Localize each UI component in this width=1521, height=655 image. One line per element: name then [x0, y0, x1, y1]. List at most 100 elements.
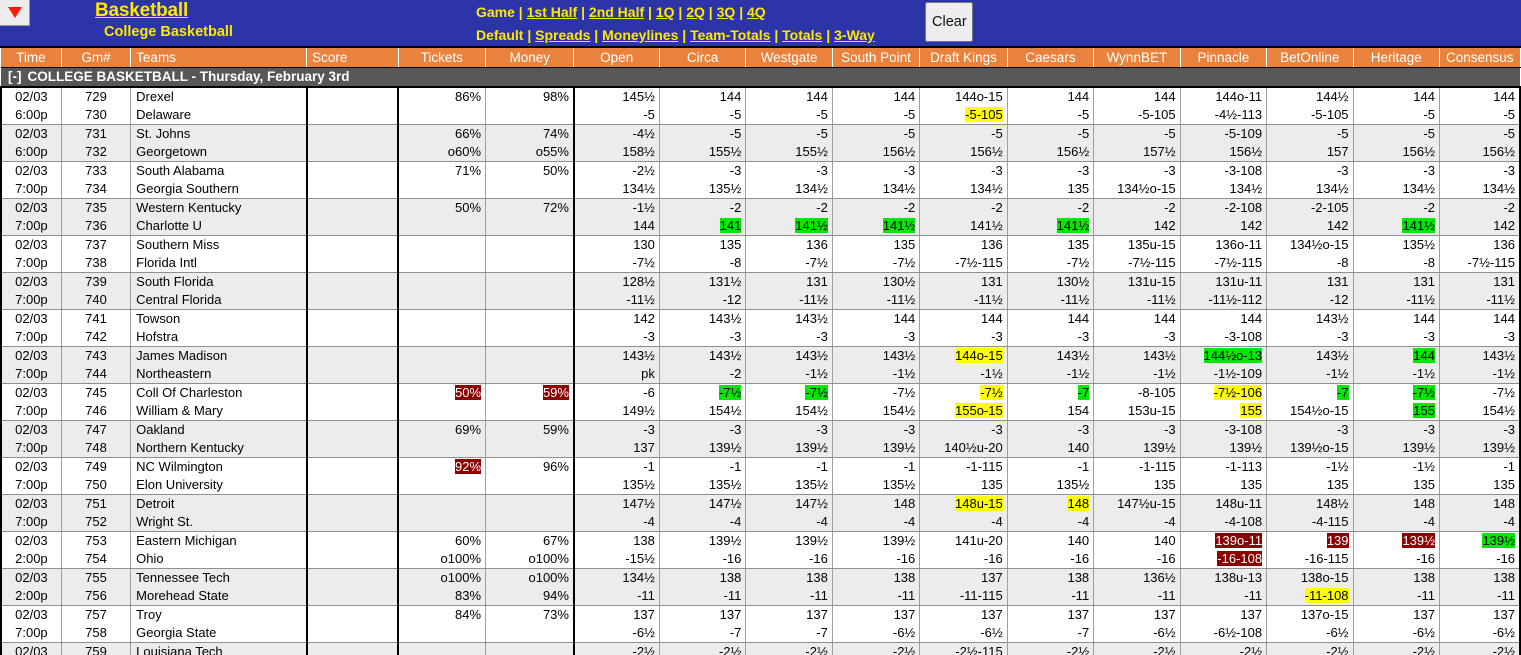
book-cell[interactable]: 142 -3 — [573, 309, 660, 347]
book-cell[interactable]: 138o-15 -11-108 — [1266, 568, 1354, 606]
time-cell[interactable]: 02/03 7:00p — [0, 383, 62, 421]
tickets-cell[interactable]: 84% — [398, 605, 487, 643]
book-cell[interactable]: 144o-15 -5-105 — [919, 87, 1008, 125]
column-header-time[interactable]: Time — [1, 48, 62, 68]
book-cell[interactable]: 137 -7 — [1007, 605, 1095, 643]
tickets-cell[interactable]: 92% — [398, 457, 487, 495]
teams-cell[interactable]: Coll Of Charleston William & Mary — [130, 383, 308, 421]
book-cell[interactable]: 144 -3 — [1007, 309, 1095, 347]
book-cell[interactable]: -1-113 135 — [1180, 457, 1268, 495]
book-cell[interactable]: 147½ -4 — [659, 494, 747, 532]
time-cell[interactable]: 02/03 2:00p — [0, 568, 62, 606]
book-cell[interactable]: -2½ 134½ — [573, 161, 660, 199]
time-cell[interactable]: 02/03 2:00p — [0, 531, 62, 569]
book-cell[interactable]: 144 -5 — [659, 87, 747, 125]
book-cell[interactable]: 144o-11 -4½-113 — [1180, 87, 1268, 125]
book-cell[interactable]: -1-115 135 — [919, 457, 1008, 495]
book-cell[interactable]: 148u-15 -4 — [919, 494, 1008, 532]
book-cell[interactable]: 137 -7 — [745, 605, 833, 643]
column-header-draft-kings[interactable]: Draft Kings — [919, 48, 1008, 68]
teams-cell[interactable]: Tennessee Tech Morehead State — [130, 568, 308, 606]
game-row[interactable]: 02/03 2:00p 753 754 Eastern Michigan Ohio 60% o… — [0, 531, 1521, 569]
book-cell[interactable]: 137 -6½ — [1093, 605, 1181, 643]
book-cell[interactable]: -2½141½ — [1266, 642, 1354, 655]
tickets-cell[interactable] — [398, 272, 487, 310]
book-cell[interactable]: -3 140½u-20 — [919, 420, 1008, 458]
book-cell[interactable]: 148 -4 — [832, 494, 921, 532]
book-cell[interactable]: 144 -5 — [832, 87, 921, 125]
gamenum-cell[interactable]: 751 752 — [61, 494, 132, 532]
book-cell[interactable]: 147½u-15 -4 — [1093, 494, 1181, 532]
book-cell[interactable]: 137 -11-115 — [919, 568, 1008, 606]
book-cell[interactable]: 131 -11½ — [745, 272, 833, 310]
score-cell[interactable] — [306, 235, 400, 273]
gamenum-cell[interactable]: 747 748 — [61, 420, 132, 458]
book-cell[interactable]: -5 156½ — [919, 124, 1008, 162]
book-cell[interactable]: -2 141½ — [1007, 198, 1095, 236]
score-cell[interactable] — [306, 457, 400, 495]
money-cell[interactable]: 67% o100% — [485, 531, 575, 569]
money-cell[interactable] — [485, 272, 575, 310]
book-cell[interactable]: 131 -11½ — [1353, 272, 1440, 310]
book-cell[interactable]: -2 141 — [659, 198, 747, 236]
money-cell[interactable]: 74% o55% — [485, 124, 575, 162]
book-cell[interactable]: -7½ 154½ — [659, 383, 747, 421]
book-cell[interactable]: 131 -11½ — [919, 272, 1008, 310]
clear-button[interactable]: Clear — [925, 2, 973, 42]
book-cell[interactable]: -1½ 135 — [1266, 457, 1354, 495]
book-cell[interactable]: -7½ 154½ — [832, 383, 921, 421]
nav-period-1st-half[interactable]: 1st Half — [527, 4, 578, 20]
book-cell[interactable]: -5 155½ — [659, 124, 747, 162]
game-row[interactable]: 02/03 7:00p 735 736 Western Kentucky Charlott… — [0, 198, 1521, 236]
tickets-cell[interactable]: 86% — [398, 87, 487, 125]
book-cell[interactable]: 131u-11 -11½-112 — [1180, 272, 1268, 310]
teams-cell[interactable]: Oakland Northern Kentucky — [130, 420, 308, 458]
tickets-cell[interactable] — [398, 642, 487, 655]
book-cell[interactable]: 131 -11½ — [1439, 272, 1521, 310]
nav-market-team-totals[interactable]: Team-Totals — [690, 27, 770, 43]
book-cell[interactable]: 136 -7½ — [745, 235, 833, 273]
column-header-caesars[interactable]: Caesars — [1007, 48, 1095, 68]
book-cell[interactable]: 144 -3 — [919, 309, 1008, 347]
game-row[interactable]: 02/03 6:00p 731 732 St. Johns Georgetown 66% o6… — [0, 124, 1521, 162]
gamenum-cell[interactable]: 733 734 — [61, 161, 132, 199]
book-cell[interactable]: 138 -11 — [1353, 568, 1440, 606]
book-cell[interactable]: 143½ -1½ — [1439, 346, 1521, 384]
money-cell[interactable] — [485, 642, 575, 655]
time-cell[interactable]: 02/03 7:00p — [0, 457, 62, 495]
book-cell[interactable]: 143½ -3 — [1266, 309, 1354, 347]
book-cell[interactable]: -1½ 144 — [573, 198, 660, 236]
book-cell[interactable]: -3 139½o-15 — [1266, 420, 1354, 458]
teams-cell[interactable]: James Madison Northeastern — [130, 346, 308, 384]
book-cell[interactable]: 137o-15 -6½ — [1266, 605, 1354, 643]
money-cell[interactable] — [485, 235, 575, 273]
book-cell[interactable]: -4½ 158½ — [573, 124, 660, 162]
game-row[interactable]: 02/037:00p759760Louisiana TechFlorida At… — [0, 642, 1521, 655]
book-cell[interactable]: 144 -5 — [1007, 87, 1095, 125]
book-cell[interactable]: 139½ -16 — [745, 531, 833, 569]
score-cell[interactable] — [306, 531, 400, 569]
book-cell[interactable]: -3 134½o-15 — [1093, 161, 1181, 199]
teams-cell[interactable]: Drexel Delaware — [130, 87, 308, 125]
book-cell[interactable]: -1 135½ — [1007, 457, 1095, 495]
book-cell[interactable]: -2½141½ — [1439, 642, 1521, 655]
book-cell[interactable]: -1½ 135 — [1353, 457, 1440, 495]
book-cell[interactable]: -3 134½ — [919, 161, 1008, 199]
tickets-cell[interactable]: 50% — [398, 383, 487, 421]
book-cell[interactable]: 137 -6½ — [1439, 605, 1521, 643]
book-cell[interactable]: 144 -3 — [1439, 309, 1521, 347]
column-header-wynnbet[interactable]: WynnBET — [1093, 48, 1181, 68]
book-cell[interactable]: -7 154½o-15 — [1266, 383, 1354, 421]
book-cell[interactable]: -8-105 153u-15 — [1093, 383, 1181, 421]
book-cell[interactable]: 143½ -1½ — [1093, 346, 1181, 384]
time-cell[interactable]: 02/03 6:00p — [0, 87, 62, 125]
book-cell[interactable]: 128½ -11½ — [573, 272, 660, 310]
money-cell[interactable]: 72% — [485, 198, 575, 236]
time-cell[interactable]: 02/03 7:00p — [0, 161, 62, 199]
gamenum-cell[interactable]: 737 738 — [61, 235, 132, 273]
time-cell[interactable]: 02/03 6:00p — [0, 124, 62, 162]
book-cell[interactable]: 137 -6½ — [573, 605, 660, 643]
game-row[interactable]: 02/03 7:00p 757 758 Troy Georgia State 84% 73% 1… — [0, 605, 1521, 643]
book-cell[interactable]: -3 139½ — [745, 420, 833, 458]
book-cell[interactable]: -2½141½ — [1093, 642, 1181, 655]
